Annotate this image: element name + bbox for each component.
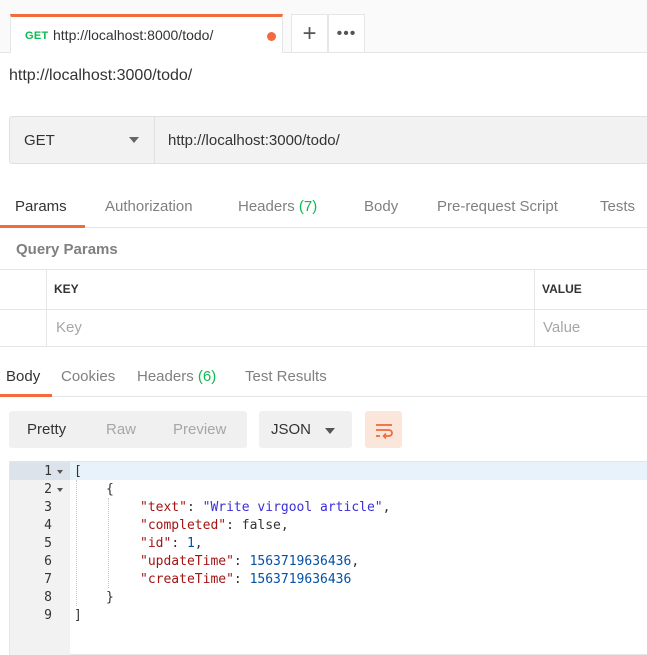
tab-headers-count: (7) [298, 198, 318, 215]
tab-tests[interactable]: Tests [600, 198, 635, 215]
key-column-header: KEY [54, 282, 79, 296]
tab-response-headers-label: Headers [137, 368, 194, 385]
pretty-button[interactable]: Pretty [27, 421, 66, 438]
unsaved-changes-dot [267, 32, 276, 41]
raw-button[interactable]: Raw [106, 421, 136, 438]
tab-method-badge: GET [25, 30, 49, 42]
tab-cookies[interactable]: Cookies [61, 368, 115, 385]
line-number: 2 [44, 482, 52, 497]
tab-headers[interactable]: Headers (7) [238, 198, 317, 215]
new-tab-button[interactable]: + [291, 14, 328, 52]
url-input[interactable]: http://localhost:3000/todo/ [168, 132, 340, 149]
query-params-title: Query Params [16, 241, 118, 258]
format-label: JSON [271, 421, 312, 438]
code-line: "text": "Write virgool article", [140, 500, 391, 515]
line-number: 3 [44, 500, 52, 515]
url-bar: GET http://localhost:3000/todo/ [9, 116, 647, 164]
tab-body[interactable]: Body [364, 198, 398, 215]
response-tabs: Body Cookies Headers (6) Test Results [0, 360, 647, 397]
code-line: [ [74, 464, 82, 479]
query-params-table: KEY VALUE Key Value [0, 269, 647, 347]
plus-icon: + [302, 19, 317, 47]
code-line: "completed": false, [140, 518, 289, 533]
chevron-down-icon [129, 137, 139, 143]
code-line: ] [74, 608, 82, 623]
response-body-viewer[interactable]: 1 2 3 4 5 6 7 8 9 [ { "text": "Write vir… [9, 461, 647, 655]
tab-options-button[interactable]: ••• [328, 14, 365, 52]
json-value: false [241, 518, 281, 533]
code-line: } [106, 590, 114, 605]
tab-response-headers[interactable]: Headers (6) [137, 368, 216, 385]
code-line: "createTime": 1563719636436 [140, 572, 352, 587]
tab-authorization[interactable]: Authorization [105, 198, 193, 215]
json-value: 1563719636436 [249, 572, 352, 587]
json-key: "updateTime" [140, 554, 234, 569]
request-tabs: Params Authorization Headers (7) Body Pr… [0, 190, 647, 228]
json-separator: , [194, 536, 203, 551]
line-number: 1 [44, 464, 52, 479]
view-mode-group: Pretty Raw Preview [9, 411, 247, 448]
indent-guide [76, 480, 77, 606]
line-number: 5 [44, 536, 52, 551]
line-number: 7 [44, 572, 52, 587]
active-tab-indicator [0, 225, 85, 228]
row-divider [0, 309, 647, 310]
preview-button[interactable]: Preview [173, 421, 226, 438]
request-tab[interactable]: GET http://localhost:8000/todo/ [10, 14, 283, 53]
active-response-tab-indicator [0, 394, 52, 397]
line-number: 4 [44, 518, 52, 533]
fold-toggle-icon[interactable] [57, 488, 63, 492]
json-separator: , [280, 518, 289, 533]
key-input[interactable]: Key [56, 319, 82, 336]
json-key: "text" [140, 500, 187, 515]
tab-response-body[interactable]: Body [6, 368, 40, 385]
request-name: http://localhost:3000/todo/ [9, 67, 193, 84]
value-column-header: VALUE [542, 282, 582, 296]
json-key: "id" [140, 536, 172, 551]
tab-headers-label: Headers [238, 198, 295, 215]
json-separator: , [351, 554, 360, 569]
wrap-lines-button[interactable] [365, 411, 402, 448]
code-line: "updateTime": 1563719636436, [140, 554, 360, 569]
code-line: { [106, 482, 114, 497]
method-label: GET [24, 132, 55, 149]
line-number: 9 [44, 608, 52, 623]
tab-pre-request-script[interactable]: Pre-request Script [437, 198, 558, 215]
more-icon: ••• [336, 24, 357, 42]
active-line-highlight [70, 462, 647, 480]
json-value: "Write virgool article" [202, 500, 383, 515]
tab-title: http://localhost:8000/todo/ [53, 27, 214, 43]
indent-guide [108, 498, 109, 588]
line-number: 8 [44, 590, 52, 605]
format-select[interactable]: JSON [259, 411, 352, 448]
json-key: "completed" [140, 518, 227, 533]
request-tab-bar: GET http://localhost:8000/todo/ + ••• [0, 0, 647, 53]
json-value: 1 [186, 536, 195, 551]
json-separator: , [382, 500, 391, 515]
json-value: 1563719636436 [249, 554, 352, 569]
line-number: 6 [44, 554, 52, 569]
tab-params[interactable]: Params [15, 198, 67, 215]
json-key: "createTime" [140, 572, 234, 587]
fold-toggle-icon[interactable] [57, 470, 63, 474]
wrap-lines-icon [375, 423, 393, 439]
method-select[interactable]: GET [10, 117, 155, 163]
tab-response-headers-count: (6) [197, 368, 217, 385]
code-line: "id": 1, [140, 536, 203, 551]
tab-test-results[interactable]: Test Results [245, 368, 327, 385]
chevron-down-icon [325, 428, 335, 434]
value-input[interactable]: Value [543, 319, 580, 336]
